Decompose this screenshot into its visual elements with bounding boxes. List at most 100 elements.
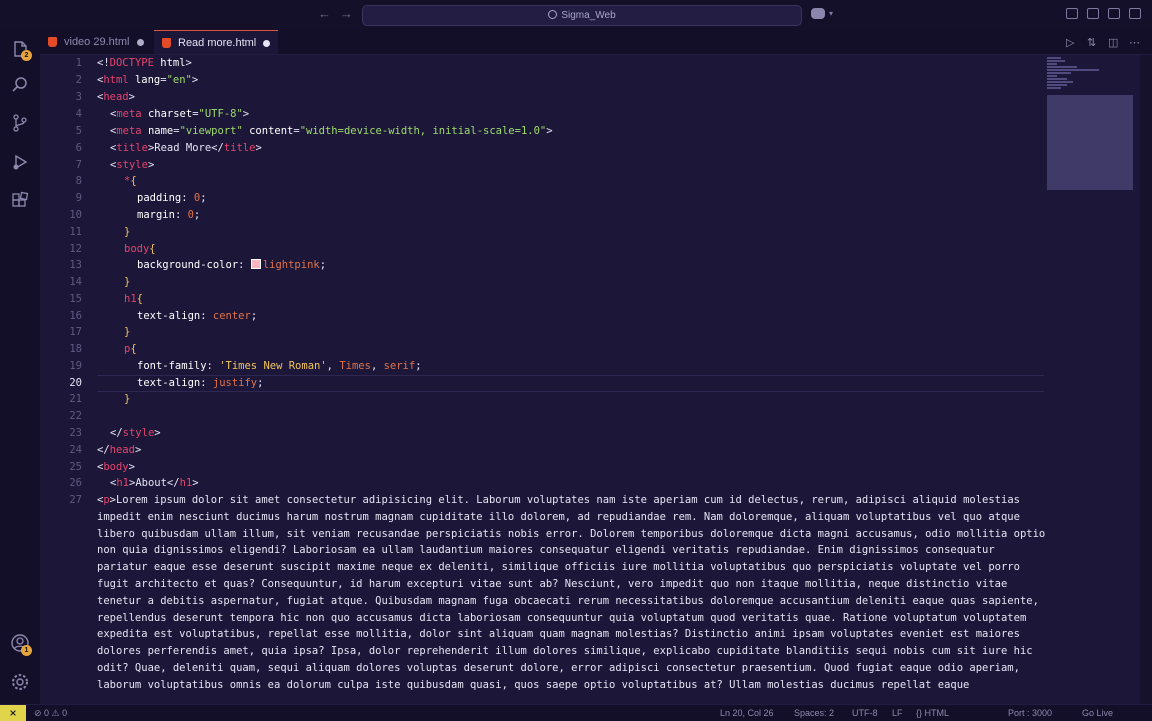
activity-bar: 2 1: [0, 30, 41, 704]
line-number: 16: [69, 310, 82, 322]
line-number: 13: [69, 259, 82, 271]
code-line: *{: [124, 175, 137, 187]
line-number: 22: [69, 410, 82, 422]
line-number: 21: [69, 393, 82, 405]
html-file-icon: [48, 37, 57, 47]
line-number: 12: [69, 243, 82, 255]
code-line: background-color: lightpink;: [137, 259, 327, 271]
line-number: 10: [69, 209, 82, 221]
layout-sidebar-left-icon[interactable]: [1066, 8, 1078, 19]
manage-gear-icon[interactable]: [10, 672, 30, 692]
code-line: p{: [124, 343, 137, 355]
code-line: <head>: [97, 91, 135, 103]
remote-indicator[interactable]: ⨯: [0, 705, 26, 721]
go-live-button[interactable]: Go Live: [1082, 705, 1113, 721]
code-line: h1{: [124, 293, 143, 305]
layout-panel-icon[interactable]: [1087, 8, 1099, 19]
open-changes-icon[interactable]: ⇅: [1087, 36, 1096, 49]
code-line: <title>Read More</title>: [110, 142, 262, 154]
chevron-down-icon[interactable]: ▾: [829, 9, 833, 18]
customize-layout-icon[interactable]: [1129, 8, 1141, 19]
status-bar: ⨯ ⊘ 0 ⚠ 0 Ln 20, Col 26 Spaces: 2 UTF-8 …: [0, 704, 1152, 721]
code-line: <!DOCTYPE html>: [97, 57, 192, 69]
split-editor-icon[interactable]: ◫: [1108, 36, 1118, 49]
layout-sidebar-right-icon[interactable]: [1108, 8, 1120, 19]
line-number: 25: [69, 461, 82, 473]
source-control-icon[interactable]: [10, 113, 30, 133]
title-bar: ← → Sigma_Web ▾: [0, 0, 1152, 30]
code-line: </style>: [110, 427, 161, 439]
line-number: 23: [69, 427, 82, 439]
code-line: }: [124, 276, 131, 288]
editor-tabs: video 29.html Read more.html: [40, 30, 1152, 55]
cursor-position[interactable]: Ln 20, Col 26: [720, 705, 774, 721]
code-line: <html lang="en">: [97, 74, 199, 86]
line-number: 7: [75, 159, 82, 171]
line-number: 8: [75, 175, 82, 187]
code-line: <body>: [97, 461, 135, 473]
line-number: 4: [75, 108, 82, 120]
line-number: 11: [69, 226, 82, 238]
line-number: 6: [75, 142, 82, 154]
encoding[interactable]: UTF-8: [852, 705, 878, 721]
line-number: 5: [75, 125, 82, 137]
line-number: 19: [69, 360, 82, 372]
code-line-current: text-align: justify;: [137, 377, 264, 389]
tab-read-more[interactable]: Read more.html: [154, 30, 278, 54]
code-line: body{: [124, 243, 156, 255]
code-line: margin: 0;: [137, 209, 201, 221]
forward-arrow-icon[interactable]: →: [340, 6, 353, 21]
run-icon[interactable]: ▷: [1066, 36, 1074, 49]
tab-label: video 29.html: [64, 36, 130, 48]
line-number: 1: [75, 57, 82, 69]
back-arrow-icon[interactable]: ←: [318, 6, 331, 21]
line-number: 3: [75, 91, 82, 103]
line-number: 14: [69, 276, 82, 288]
unsaved-dot-icon[interactable]: [137, 39, 144, 46]
command-center-search[interactable]: Sigma_Web: [362, 5, 802, 26]
extensions-icon[interactable]: [10, 191, 30, 211]
line-number: 9: [75, 192, 82, 204]
line-number: 17: [69, 326, 82, 338]
minimap[interactable]: [1047, 55, 1133, 195]
copilot-icon[interactable]: [811, 8, 825, 19]
language-mode[interactable]: {} HTML: [916, 705, 949, 721]
tab-video-29[interactable]: video 29.html: [40, 30, 154, 54]
account-badge: 1: [21, 645, 32, 656]
explorer-icon[interactable]: 2: [10, 39, 32, 61]
code-line: <meta name="viewport" content="width=dev…: [110, 125, 553, 137]
port-indicator[interactable]: Port : 3000: [1008, 705, 1052, 721]
line-number: 27: [69, 494, 82, 506]
code-line: text-align: center;: [137, 310, 258, 322]
problems-count[interactable]: ⊘ 0 ⚠ 0: [34, 705, 67, 721]
code-line: }: [124, 226, 131, 238]
line-number: 2: [75, 74, 82, 86]
code-line: <h1>About</h1>: [110, 477, 199, 489]
code-line: <meta charset="UTF-8">: [110, 108, 250, 120]
color-swatch[interactable]: [250, 259, 261, 269]
line-number: 15: [69, 293, 82, 305]
line-number: 26: [69, 477, 82, 489]
tab-label: Read more.html: [178, 37, 257, 49]
line-number: 18: [69, 343, 82, 355]
explorer-badge: 2: [21, 50, 32, 61]
more-actions-icon[interactable]: ⋯: [1129, 36, 1140, 49]
paragraph-code-line: <p>Lorem ipsum dolor sit amet consectetu…: [97, 494, 1046, 691]
code-line: font-family: 'Times New Roman', Times, s…: [137, 360, 422, 372]
line-number-current: 20: [69, 377, 82, 389]
search-icon[interactable]: [10, 75, 30, 95]
search-icon: [548, 10, 558, 19]
line-number: 24: [69, 444, 82, 456]
code-line: </head>: [97, 444, 142, 456]
line-ending[interactable]: LF: [892, 705, 903, 721]
workspace-name: Sigma_Web: [561, 10, 616, 21]
code-line: padding: 0;: [137, 192, 207, 204]
code-line: <style>: [110, 159, 155, 171]
account-icon[interactable]: 1: [10, 633, 32, 656]
indentation[interactable]: Spaces: 2: [794, 705, 834, 721]
code-line: }: [124, 393, 131, 405]
unsaved-dot-icon[interactable]: [263, 40, 270, 47]
html-file-icon: [162, 38, 171, 48]
run-debug-icon[interactable]: [10, 152, 30, 172]
code-editor[interactable]: 1 2 3 4 5 6 7 8 9 10 11 12 13 14 15 16 1…: [40, 55, 1140, 704]
